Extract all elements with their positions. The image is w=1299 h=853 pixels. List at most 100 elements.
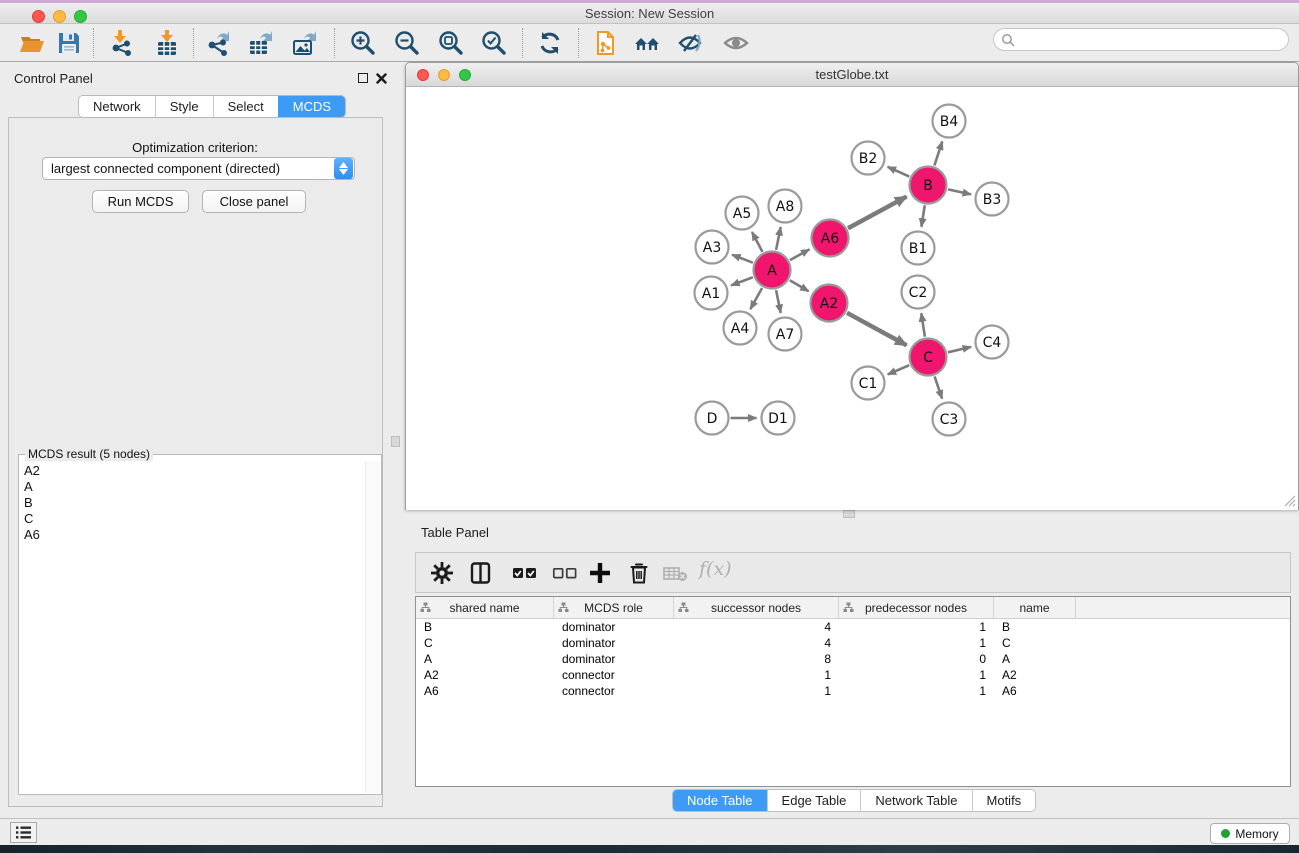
graph-edge-A2-C[interactable]	[847, 313, 906, 345]
graph-node-A6[interactable]: A6	[812, 220, 849, 257]
search-field[interactable]	[993, 28, 1289, 51]
table-row[interactable]: A6connector11A6	[416, 683, 1290, 699]
column-header-shared-name[interactable]: shared name	[416, 597, 554, 618]
network-close-button[interactable]	[417, 69, 429, 81]
graph-node-B1[interactable]: B1	[902, 232, 935, 265]
graph-edge-A-A1[interactable]	[731, 277, 753, 285]
tab-network-table[interactable]: Network Table	[860, 790, 971, 811]
graph-node-C3[interactable]: C3	[933, 403, 966, 436]
open-file-icon[interactable]	[18, 29, 46, 57]
graph-edge-A6-B[interactable]	[848, 197, 906, 229]
criterion-dropdown[interactable]: largest connected component (directed)	[42, 157, 355, 180]
graph-edge-C-C3[interactable]	[935, 376, 943, 398]
graph-node-C2[interactable]: C2	[902, 276, 935, 309]
close-panel-button[interactable]: Close panel	[202, 190, 306, 213]
unselect-all-icon[interactable]	[552, 561, 578, 585]
column-header-successor-nodes[interactable]: successor nodes	[674, 597, 839, 618]
delete-column-trash-icon[interactable]	[627, 561, 651, 585]
graph-node-B3[interactable]: B3	[976, 183, 1009, 216]
graph-node-A7[interactable]: A7	[769, 318, 802, 351]
graph-edge-A-A3[interactable]	[732, 255, 753, 263]
graph-node-B4[interactable]: B4	[933, 105, 966, 138]
table-row[interactable]: Bdominator41B	[416, 619, 1290, 635]
export-table-icon[interactable]	[246, 29, 274, 57]
column-header-predecessor-nodes[interactable]: predecessor nodes	[839, 597, 994, 618]
zoom-out-icon[interactable]	[392, 29, 420, 57]
table-settings-gear-icon[interactable]	[430, 561, 454, 585]
graph-node-A5[interactable]: A5	[726, 197, 759, 230]
new-network-document-icon[interactable]	[592, 29, 620, 57]
graph-edge-A-A2[interactable]	[790, 280, 809, 291]
mcds-result-list[interactable]: A2ABCA6	[20, 461, 366, 793]
graph-node-A[interactable]: A	[754, 252, 791, 289]
save-session-icon[interactable]	[55, 29, 83, 57]
network-maximize-button[interactable]	[459, 69, 471, 81]
houses-icon[interactable]	[633, 29, 661, 57]
float-panel-icon[interactable]	[358, 73, 368, 83]
select-columns-icon[interactable]	[469, 561, 493, 585]
run-mcds-button[interactable]: Run MCDS	[92, 190, 189, 213]
show-all-eye-icon[interactable]	[722, 29, 750, 57]
graph-node-C4[interactable]: C4	[976, 326, 1009, 359]
export-image-icon[interactable]	[290, 29, 318, 57]
memory-button[interactable]: Memory	[1210, 823, 1290, 844]
task-history-button[interactable]	[10, 822, 37, 843]
minimize-window-button[interactable]	[53, 10, 66, 23]
window-resize-grip[interactable]	[1283, 494, 1296, 507]
add-column-icon[interactable]	[588, 561, 612, 585]
close-panel-icon[interactable]	[376, 73, 387, 84]
graph-edge-A-A8[interactable]	[776, 227, 781, 250]
mcds-result-scrollbar[interactable]	[365, 461, 380, 793]
graph-edge-B-B3[interactable]	[948, 189, 971, 194]
network-graph[interactable]: B4 B2 B B3 A5 A8 A6 B1 A3 A A1 C2 A2 A4 A7 C4 C C1 C3 D D1	[406, 87, 1298, 510]
network-window-titlebar[interactable]: testGlobe.txt	[406, 63, 1298, 87]
import-network-icon[interactable]	[108, 29, 136, 57]
graph-node-A2[interactable]: A2	[811, 285, 848, 322]
column-header-name[interactable]: name	[994, 597, 1076, 618]
graph-edge-B-B1[interactable]	[921, 205, 924, 227]
graph-node-B[interactable]: B	[910, 167, 947, 204]
graph-node-A8[interactable]: A8	[769, 190, 802, 223]
graph-node-C[interactable]: C	[910, 339, 947, 376]
graph-edge-B-B2[interactable]	[888, 167, 910, 177]
table-row[interactable]: Cdominator41C	[416, 635, 1290, 651]
import-table-icon[interactable]	[153, 29, 181, 57]
graph-edge-A-A4[interactable]	[750, 288, 762, 309]
hide-selected-eye-icon[interactable]	[676, 29, 704, 57]
close-window-button[interactable]	[32, 10, 45, 23]
tab-edge-table[interactable]: Edge Table	[767, 790, 861, 811]
tab-select[interactable]: Select	[213, 96, 278, 117]
network-minimize-button[interactable]	[438, 69, 450, 81]
select-all-icon[interactable]	[512, 561, 538, 585]
tab-node-table[interactable]: Node Table	[673, 790, 767, 811]
search-input[interactable]	[1015, 31, 1288, 49]
vertical-splitter-handle[interactable]	[391, 436, 400, 447]
tab-network[interactable]: Network	[79, 96, 155, 117]
network-canvas[interactable]: B4 B2 B B3 A5 A8 A6 B1 A3 A A1 C2 A2 A4 A7 C4 C C1 C3 D D1	[406, 87, 1298, 510]
graph-edge-C-C4[interactable]	[948, 347, 971, 352]
tab-motifs[interactable]: Motifs	[972, 790, 1036, 811]
tab-mcds[interactable]: MCDS	[278, 96, 345, 117]
graph-edge-C-C2[interactable]	[921, 313, 925, 336]
graph-node-A1[interactable]: A1	[695, 277, 728, 310]
table-row[interactable]: A2connector11A2	[416, 667, 1290, 683]
horizontal-splitter-handle[interactable]	[843, 510, 855, 518]
graph-node-B2[interactable]: B2	[852, 142, 885, 175]
graph-edge-A-A5[interactable]	[752, 232, 762, 252]
graph-edge-B-B4[interactable]	[934, 141, 942, 165]
graph-node-D[interactable]: D	[696, 402, 729, 435]
zoom-in-icon[interactable]	[348, 29, 376, 57]
table-row[interactable]: Adominator80A	[416, 651, 1290, 667]
zoom-selected-icon[interactable]	[479, 29, 507, 57]
zoom-fit-icon[interactable]	[436, 29, 464, 57]
refresh-icon[interactable]	[536, 29, 564, 57]
tab-style[interactable]: Style	[155, 96, 213, 117]
graph-edge-C-C1[interactable]	[888, 365, 909, 374]
graph-node-A3[interactable]: A3	[696, 231, 729, 264]
column-header-MCDS-role[interactable]: MCDS role	[554, 597, 674, 618]
graph-node-A4[interactable]: A4	[724, 312, 757, 345]
maximize-window-button[interactable]	[74, 10, 87, 23]
graph-node-C1[interactable]: C1	[852, 367, 885, 400]
graph-edge-A-A7[interactable]	[776, 290, 781, 313]
graph-node-D1[interactable]: D1	[762, 402, 795, 435]
